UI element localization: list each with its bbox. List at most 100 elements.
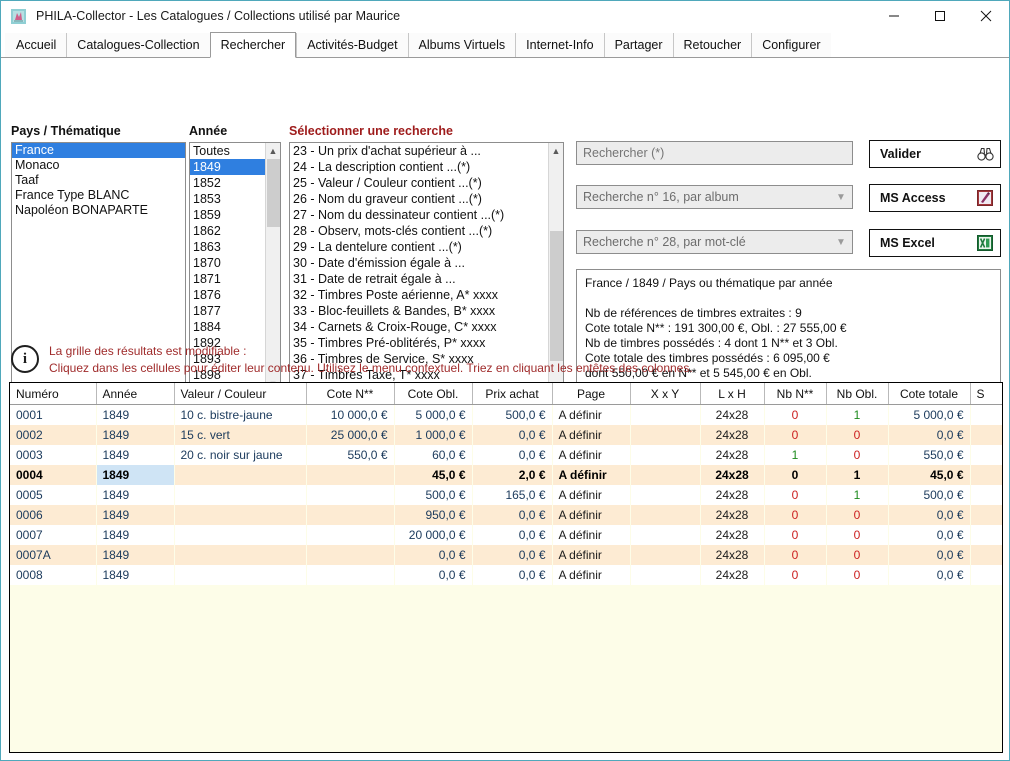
cell-page[interactable]: A définir	[552, 545, 630, 565]
cell-xy[interactable]	[630, 404, 700, 425]
tab-retoucher[interactable]: Retoucher	[672, 33, 752, 57]
cell-valeur[interactable]: 15 c. vert	[174, 425, 306, 445]
column-header[interactable]: Cote totale	[888, 383, 971, 405]
list-item[interactable]: 29 - La dentelure contient ...(*)	[290, 239, 563, 255]
cell-lh[interactable]: 24x28	[700, 425, 764, 445]
cell-page[interactable]: A définir	[552, 445, 630, 465]
column-header[interactable]: Année	[96, 383, 175, 405]
list-item[interactable]: Taaf	[12, 173, 185, 188]
cell-nb_n[interactable]: 0	[764, 525, 826, 545]
cell-cote_n[interactable]	[306, 565, 394, 585]
cell-numero[interactable]: 0002	[10, 425, 96, 445]
table-row[interactable]: 0003 1849 20 c. noir sur jaune 550,0 €60,0 …	[10, 445, 1002, 465]
list-item[interactable]: Monaco	[12, 158, 185, 173]
cell-numero[interactable]: 0006	[10, 505, 96, 525]
cell-page[interactable]: A définir	[552, 485, 630, 505]
cell-page[interactable]: A définir	[552, 465, 630, 485]
chevron-up-icon[interactable]: ▲	[266, 143, 280, 158]
cell-prix[interactable]: 0,0 €	[472, 505, 552, 525]
cell-xy[interactable]	[630, 565, 700, 585]
cell-s[interactable]	[970, 485, 1002, 505]
cell-nb_n[interactable]: 0	[764, 565, 826, 585]
cell-valeur[interactable]	[174, 525, 306, 545]
list-item[interactable]: 23 - Un prix d'achat supérieur à ...	[290, 143, 563, 159]
cell-xy[interactable]	[630, 545, 700, 565]
results-grid[interactable]: Numéro Année Valeur / Couleur Cote N** Cote …	[9, 382, 1003, 753]
cell-nb_n[interactable]: 0	[764, 425, 826, 445]
valider-button[interactable]: Valider	[869, 140, 1001, 168]
cell-valeur[interactable]	[174, 485, 306, 505]
cell-cote_totale[interactable]: 0,0 €	[888, 525, 970, 545]
cell-cote_n[interactable]: 10 000,0 €	[306, 404, 394, 425]
cell-nb_obl[interactable]: 1	[826, 465, 888, 485]
ms-excel-button[interactable]: MS Excel	[869, 229, 1001, 257]
table-row[interactable]: 0007 1849 20 000,0 €0,0 € A définir 24x28 0 0 0…	[10, 525, 1002, 545]
cell-prix[interactable]: 500,0 €	[472, 404, 552, 425]
list-item[interactable]: 34 - Carnets & Croix-Rouge, C* xxxx	[290, 319, 563, 335]
cell-xy[interactable]	[630, 525, 700, 545]
cell-prix[interactable]: 2,0 €	[472, 465, 552, 485]
table-row[interactable]: 0006 1849 950,0 €0,0 € A définir 24x28 0 0 0,0 …	[10, 505, 1002, 525]
cell-lh[interactable]: 24x28	[700, 565, 764, 585]
scroll-thumb[interactable]	[267, 159, 280, 227]
list-item[interactable]: 31 - Date de retrait égale à ...	[290, 271, 563, 287]
cell-xy[interactable]	[630, 425, 700, 445]
cell-valeur[interactable]	[174, 545, 306, 565]
column-header[interactable]: S	[970, 383, 1002, 405]
cell-cote_n[interactable]	[306, 465, 394, 485]
table-row[interactable]: 0008 1849 0,0 €0,0 € A définir 24x28 0 0 0,0 €	[10, 565, 1002, 585]
cell-lh[interactable]: 24x28	[700, 545, 764, 565]
cell-cote_obl[interactable]: 45,0 €	[394, 465, 472, 485]
cell-xy[interactable]	[630, 445, 700, 465]
cell-lh[interactable]: 24x28	[700, 465, 764, 485]
table-row[interactable]: 0004 1849 45,0 €2,0 € A définir 24x28 0 1 45,0 …	[10, 465, 1002, 485]
cell-cote_n[interactable]	[306, 525, 394, 545]
cell-cote_n[interactable]	[306, 545, 394, 565]
cell-nb_n[interactable]: 0	[764, 545, 826, 565]
list-item[interactable]: 26 - Nom du graveur contient ...(*)	[290, 191, 563, 207]
cell-annee[interactable]: 1849	[96, 565, 174, 585]
table-row[interactable]: 0005 1849 500,0 €165,0 € A définir 24x28 0 1 50…	[10, 485, 1002, 505]
cell-numero[interactable]: 0007A	[10, 545, 96, 565]
tab-partager[interactable]: Partager	[603, 33, 673, 57]
cell-xy[interactable]	[630, 465, 700, 485]
cell-cote_n[interactable]	[306, 505, 394, 525]
cell-nb_n[interactable]: 0	[764, 505, 826, 525]
cell-cote_totale[interactable]: 45,0 €	[888, 465, 970, 485]
cell-annee[interactable]: 1849	[96, 545, 174, 565]
cell-prix[interactable]: 0,0 €	[472, 525, 552, 545]
cell-nb_n[interactable]: 0	[764, 465, 826, 485]
cell-prix[interactable]: 0,0 €	[472, 445, 552, 465]
cell-s[interactable]	[970, 404, 1002, 425]
chevron-down-icon[interactable]: ▼	[830, 192, 852, 203]
cell-cote_totale[interactable]: 5 000,0 €	[888, 404, 970, 425]
cell-annee[interactable]: 1849	[96, 505, 174, 525]
cell-page[interactable]: A définir	[552, 404, 630, 425]
cell-lh[interactable]: 24x28	[700, 485, 764, 505]
cell-cote_obl[interactable]: 0,0 €	[394, 565, 472, 585]
cell-cote_totale[interactable]: 0,0 €	[888, 425, 970, 445]
tab-albums-virtuels[interactable]: Albums Virtuels	[407, 33, 516, 57]
cell-page[interactable]: A définir	[552, 505, 630, 525]
tab-activit-s-budget[interactable]: Activités-Budget	[296, 33, 408, 57]
tab-rechercher[interactable]: Rechercher	[209, 32, 297, 58]
cell-cote_n[interactable]: 550,0 €	[306, 445, 394, 465]
cell-valeur[interactable]: 10 c. bistre-jaune	[174, 404, 306, 425]
cell-page[interactable]: A définir	[552, 525, 630, 545]
cell-s[interactable]	[970, 565, 1002, 585]
list-item[interactable]: France Type BLANC	[12, 188, 185, 203]
cell-cote_totale[interactable]: 0,0 €	[888, 505, 970, 525]
cell-cote_obl[interactable]: 0,0 €	[394, 545, 472, 565]
cell-nb_obl[interactable]: 0	[826, 545, 888, 565]
cell-numero[interactable]: 0008	[10, 565, 96, 585]
cell-nb_obl[interactable]: 1	[826, 404, 888, 425]
cell-valeur[interactable]	[174, 565, 306, 585]
cell-xy[interactable]	[630, 505, 700, 525]
close-button[interactable]	[963, 1, 1009, 31]
table-row[interactable]: 0007A 1849 0,0 €0,0 € A définir 24x28 0 0 0,0 €	[10, 545, 1002, 565]
list-item[interactable]: 28 - Observ, mots-clés contient ...(*)	[290, 223, 563, 239]
tab-accueil[interactable]: Accueil	[5, 33, 67, 57]
list-item[interactable]: 32 - Timbres Poste aérienne, A* xxxx	[290, 287, 563, 303]
cell-nb_obl[interactable]: 0	[826, 505, 888, 525]
cell-nb_n[interactable]: 1	[764, 445, 826, 465]
